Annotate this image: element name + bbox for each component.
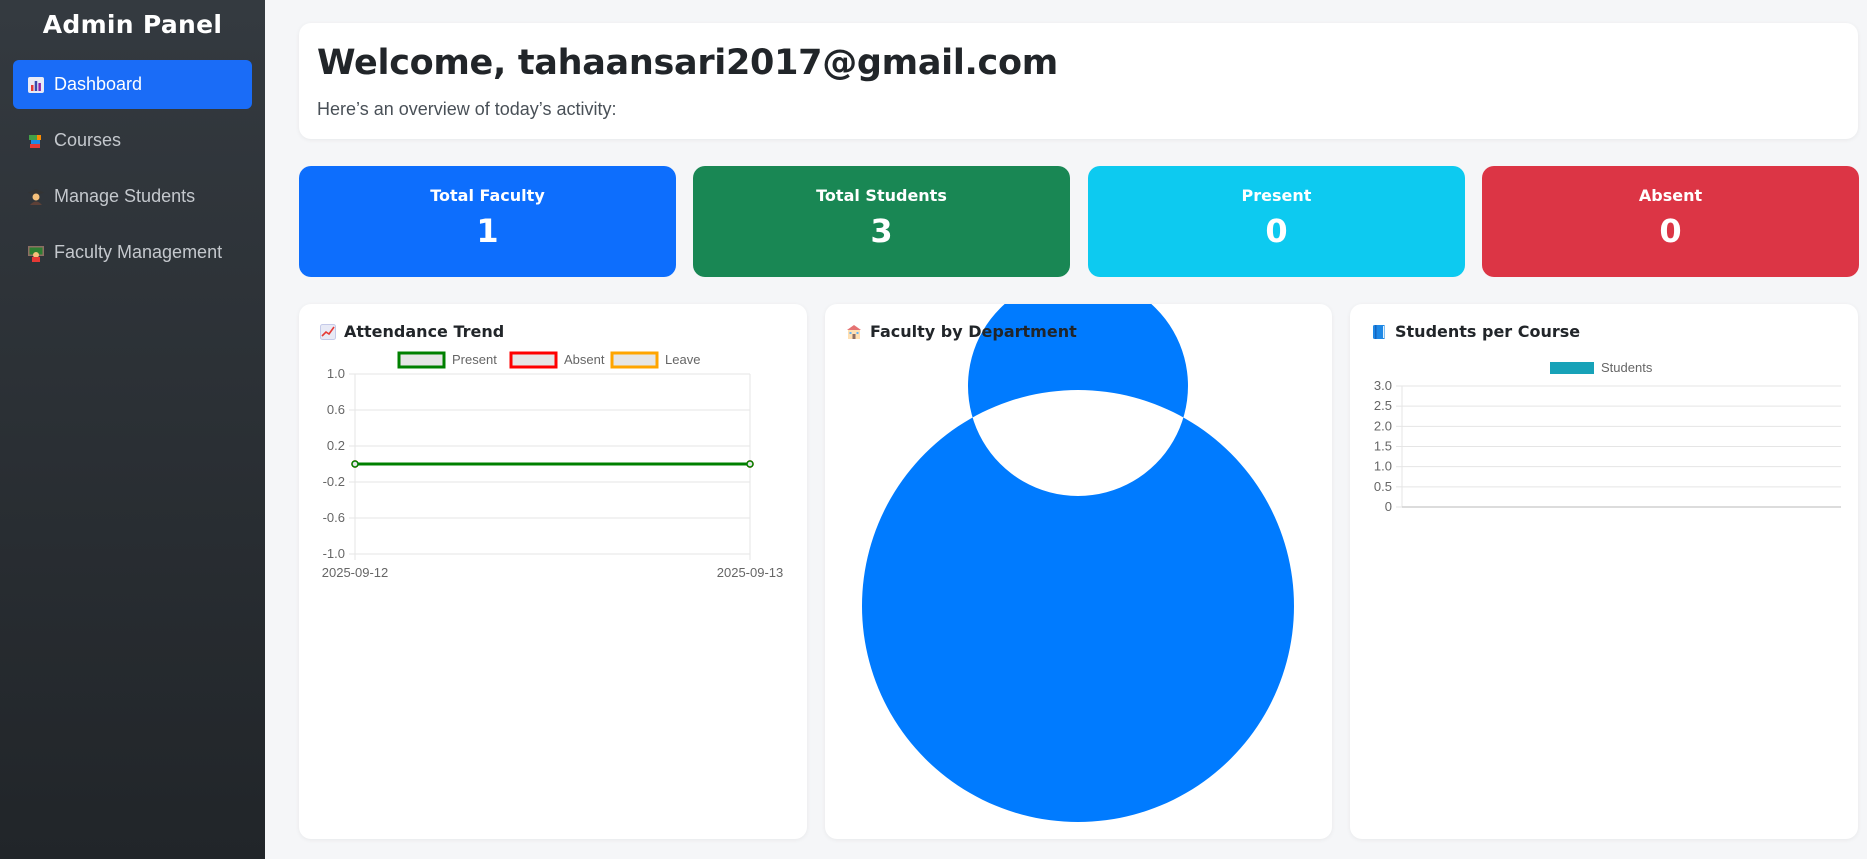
legend-label: Leave <box>665 352 700 367</box>
attendance-trend-card: Present Absent Leave 1.0 0.6 0.2 -0.2 -0.6 -1.0 2… <box>299 304 807 839</box>
sidebar-nav: Dashboard Courses Manage Students Facult… <box>0 60 265 277</box>
stat-value: 0 <box>1265 212 1288 250</box>
sidebar-item-label: Courses <box>54 130 122 150</box>
stat-label: Present <box>1241 186 1312 205</box>
stat-label: Total Faculty <box>430 186 545 205</box>
faculty-icon <box>26 243 46 263</box>
x-tick-label: 2025-09-12 <box>322 565 389 580</box>
sidebar-item-dashboard[interactable]: Dashboard <box>13 60 252 109</box>
stat-value: 3 <box>870 212 893 250</box>
student-icon <box>26 187 46 207</box>
legend-swatch <box>1550 362 1594 374</box>
y-tick-label: 1.0 <box>1374 459 1392 474</box>
book-icon <box>1370 323 1388 341</box>
sidebar-item-manage-students[interactable]: Manage Students <box>13 172 252 221</box>
sidebar: Admin Panel Dashboard Courses Manage Stu… <box>0 0 265 859</box>
y-tick-label: -1.0 <box>323 546 345 561</box>
y-tick-label: 0.6 <box>327 402 345 417</box>
legend-swatch <box>397 351 446 369</box>
legend-label: Students <box>1601 360 1653 375</box>
y-tick-label: 0.5 <box>1374 479 1392 494</box>
legend-swatch <box>509 351 558 369</box>
y-tick-label: 1.0 <box>327 366 345 381</box>
pie-slice <box>862 304 1294 822</box>
faculty-by-department-chart: HR <box>862 304 1294 822</box>
sidebar-item-faculty-management[interactable]: Faculty Management <box>13 228 252 277</box>
sidebar-item-label: Faculty Management <box>54 242 223 262</box>
stat-label: Total Students <box>816 186 947 205</box>
students-per-course-card: Students 3.0 2.5 2.0 1.5 1.0 0.5 0 Students per… <box>1350 304 1858 839</box>
stat-card-present: Present 0 <box>1088 166 1465 277</box>
stat-card-total-faculty: Total Faculty 1 <box>299 166 676 277</box>
books-icon <box>26 131 46 151</box>
panel-title-text: Students per Course <box>1395 322 1581 341</box>
sidebar-item-label: Dashboard <box>54 74 143 94</box>
students-per-course-chart: Students 3.0 2.5 2.0 1.5 1.0 0.5 0 <box>1374 360 1841 514</box>
students-per-course-title: Students per Course <box>1370 322 1580 341</box>
legend-label: Absent <box>564 352 605 367</box>
data-point <box>351 460 359 468</box>
faculty-by-department-title: Faculty by Department <box>845 322 1077 341</box>
sidebar-title: Admin Panel <box>42 10 223 39</box>
legend-label: Present <box>452 352 497 367</box>
page-title: Welcome, tahaansari2017@gmail.com <box>317 43 1058 83</box>
bar-chart-icon <box>26 75 46 95</box>
data-point <box>746 460 754 468</box>
trend-chart-icon <box>319 323 337 341</box>
stat-label: Absent <box>1638 186 1703 205</box>
y-tick-label: 2.5 <box>1374 398 1392 413</box>
x-tick-label: 2025-09-13 <box>717 565 784 580</box>
school-icon <box>845 323 863 341</box>
y-tick-label: 3.0 <box>1374 378 1392 393</box>
sidebar-item-courses[interactable]: Courses <box>13 116 252 165</box>
sidebar-item-label: Manage Students <box>54 186 196 206</box>
attendance-trend-title: Attendance Trend <box>319 322 504 341</box>
welcome-card: Welcome, tahaansari2017@gmail.com Here’s… <box>299 23 1858 139</box>
stat-card-absent: Absent 0 <box>1482 166 1859 277</box>
y-tick-label: 1.5 <box>1374 439 1392 454</box>
panel-title-text: Attendance Trend <box>344 322 505 341</box>
y-tick-label: -0.2 <box>323 474 345 489</box>
stat-value: 0 <box>1659 212 1682 250</box>
panel-title-text: Faculty by Department <box>870 322 1077 341</box>
legend-swatch <box>610 351 659 369</box>
stat-card-total-students: Total Students 3 <box>693 166 1070 277</box>
y-tick-label: 0 <box>1385 499 1392 514</box>
y-tick-label: 0.2 <box>327 438 345 453</box>
attendance-trend-chart: Present Absent Leave 1.0 0.6 0.2 -0.2 -0.6 -1.0 2… <box>322 351 784 580</box>
faculty-by-department-card: HR Faculty by Department <box>825 304 1332 839</box>
y-tick-label: -0.6 <box>323 510 345 525</box>
page-subtitle: Here’s an overview of today’s activity: <box>317 99 617 119</box>
y-tick-label: 2.0 <box>1374 418 1392 433</box>
stat-value: 1 <box>476 212 499 250</box>
